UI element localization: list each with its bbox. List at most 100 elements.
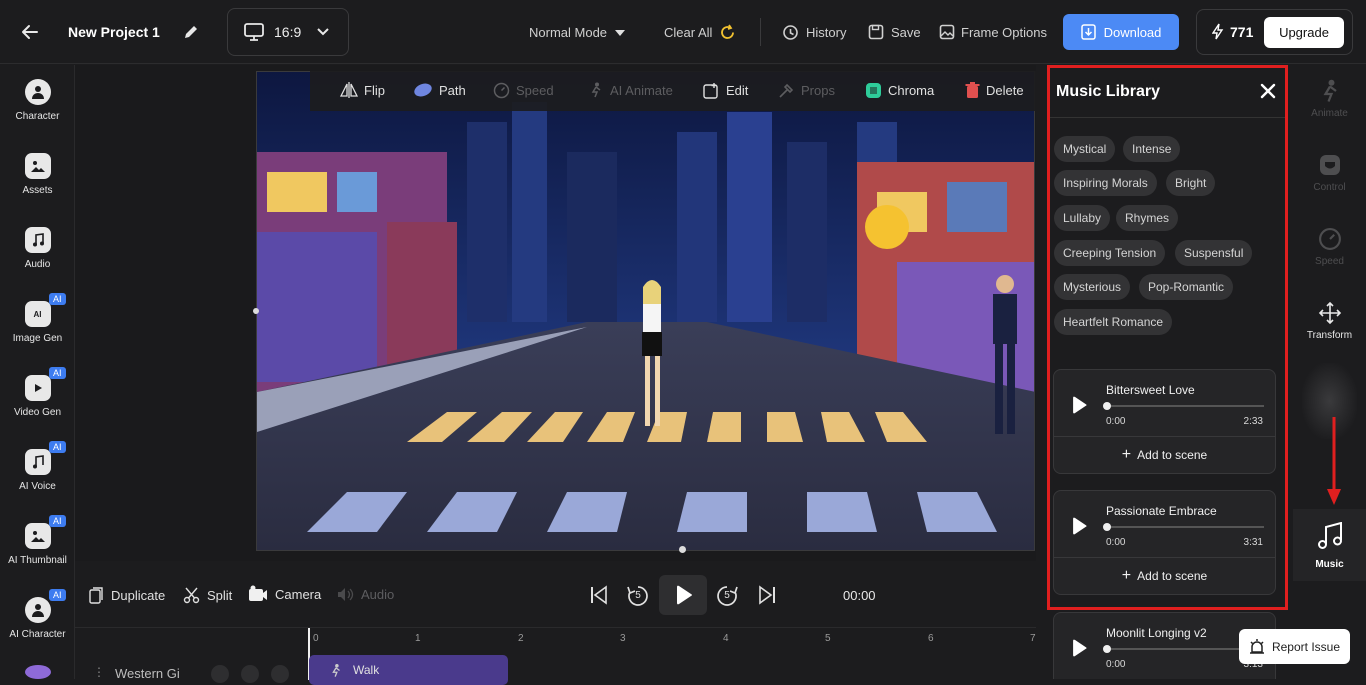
sidebar-item-ai-character[interactable]: AI AI Character [0, 589, 75, 640]
tag-lullaby[interactable]: Lullaby [1054, 205, 1111, 231]
progress-knob[interactable] [1103, 645, 1111, 653]
track-progress[interactable] [1103, 402, 1264, 410]
down-arrow-icon [1327, 417, 1341, 507]
chevron-down-icon [317, 28, 329, 36]
play-icon [677, 585, 692, 605]
tag-mysterious[interactable]: Mysterious [1054, 274, 1131, 300]
split-label: Split [207, 588, 233, 603]
split-button[interactable]: Split [183, 587, 232, 604]
forward-5-button[interactable]: 5 [715, 584, 739, 608]
skip-to-end-icon[interactable] [757, 585, 777, 605]
props-tool[interactable]: Props [778, 82, 835, 99]
sidebar-item-character[interactable]: Character [0, 79, 75, 122]
play-button[interactable] [659, 575, 707, 615]
delete-tool[interactable]: Delete [965, 82, 1024, 99]
right-item-speed[interactable]: Speed [1293, 227, 1366, 267]
save-button[interactable]: Save [868, 24, 921, 40]
play-icon[interactable] [1070, 396, 1087, 414]
sidebar-item-more[interactable] [0, 665, 75, 685]
running-figure-icon [588, 82, 604, 98]
tag-inspiring-morals[interactable]: Inspiring Morals [1054, 170, 1157, 196]
lock-icon[interactable] [241, 665, 259, 683]
right-item-label: Music [1315, 559, 1344, 570]
back-arrow-icon[interactable] [20, 22, 40, 42]
drag-handle-icon[interactable]: ⋮ [93, 665, 105, 679]
sidebar-label: AI Character [9, 629, 66, 640]
tag-mystical[interactable]: Mystical [1054, 136, 1116, 162]
pencil-icon[interactable] [182, 23, 200, 41]
flip-tool[interactable]: Flip [340, 82, 385, 98]
ai-animate-tool[interactable]: AI Animate [588, 82, 673, 98]
edit-label: Edit [726, 83, 749, 98]
right-item-music[interactable]: Music [1293, 509, 1366, 581]
sidebar-item-ai-thumbnail[interactable]: AI AI Thumbnail [0, 515, 75, 566]
track-duration: 3:31 [1243, 537, 1263, 548]
eye-icon[interactable] [211, 665, 229, 683]
audio-button[interactable]: Audio [337, 587, 394, 602]
sidebar-item-image-gen[interactable]: AI AI Image Gen [0, 293, 75, 344]
skip-to-start-icon[interactable] [589, 585, 609, 605]
sidebar-item-audio[interactable]: Audio [0, 227, 75, 270]
duplicate-button[interactable]: Duplicate [89, 587, 165, 604]
right-sidebar: Animate Control Speed Transform Music [1293, 65, 1366, 679]
mode-select[interactable]: Normal Mode [529, 25, 626, 40]
frame-options-button[interactable]: Frame Options [939, 24, 1047, 40]
project-title[interactable]: New Project 1 [68, 24, 160, 40]
tag-creeping-tension[interactable]: Creeping Tension [1054, 240, 1166, 266]
sidebar-item-assets[interactable]: Assets [0, 153, 75, 196]
add-to-scene-button[interactable]: + Add to scene [1054, 557, 1275, 593]
close-icon[interactable] [271, 665, 289, 683]
right-item-control[interactable]: Control [1293, 153, 1366, 193]
progress-knob[interactable] [1103, 402, 1111, 410]
aspect-ratio-select[interactable]: 16:9 [227, 8, 349, 56]
upgrade-button[interactable]: Upgrade [1264, 17, 1344, 48]
history-button[interactable]: History [782, 24, 846, 41]
left-sidebar: Character Assets Audio AI AI Image Gen AI… [0, 65, 75, 679]
tag-intense[interactable]: Intense [1123, 136, 1181, 162]
ai-badge: AI [48, 367, 66, 379]
tick-label: 2 [518, 633, 524, 644]
right-item-transform[interactable]: Transform [1293, 301, 1366, 341]
ai-badge: AI [48, 293, 66, 305]
download-button[interactable]: Download [1063, 14, 1179, 50]
running-figure-icon [329, 663, 343, 678]
refresh-icon [719, 24, 736, 41]
tag-suspensful[interactable]: Suspensful [1175, 240, 1253, 266]
camera-button[interactable]: Camera [248, 585, 321, 603]
add-to-scene-button[interactable]: + Add to scene [1054, 436, 1275, 472]
report-issue-button[interactable]: Report Issue [1239, 629, 1350, 664]
path-tool[interactable]: Path [413, 82, 466, 98]
chroma-tool[interactable]: Chroma [865, 82, 934, 99]
tag-rhymes[interactable]: Rhymes [1116, 205, 1179, 231]
plus-icon: + [1121, 566, 1132, 584]
clear-all-button[interactable]: Clear All [664, 24, 736, 41]
right-item-animate[interactable]: Animate [1293, 79, 1366, 119]
hammer-icon [778, 82, 795, 99]
sidebar-label: Character [15, 111, 60, 122]
track-current-time: 0:00 [1106, 416, 1126, 427]
speedometer-icon [493, 82, 510, 99]
track-title: Passionate Embrace [1106, 504, 1217, 518]
play-icon[interactable] [1070, 639, 1087, 657]
track-progress[interactable] [1103, 523, 1264, 531]
resize-handle[interactable] [253, 308, 259, 314]
edit-tool[interactable]: Edit [703, 82, 748, 99]
credits-display: 771 [1212, 23, 1253, 40]
resize-handle[interactable] [679, 546, 686, 553]
scene-canvas[interactable] [256, 71, 1035, 551]
alarm-icon [1249, 638, 1265, 655]
play-icon[interactable] [1070, 517, 1087, 535]
progress-knob[interactable] [1103, 523, 1111, 531]
right-item-label: Speed [1315, 256, 1344, 267]
speed-tool[interactable]: Speed [493, 82, 554, 99]
tag-bright[interactable]: Bright [1166, 170, 1216, 196]
top-bar: New Project 1 16:9 Normal Mode Clear All… [0, 0, 1366, 64]
sidebar-item-video-gen[interactable]: AI Video Gen [0, 367, 75, 418]
rewind-5-button[interactable]: 5 [626, 584, 650, 608]
sidebar-item-ai-voice[interactable]: AI AI Voice [0, 441, 75, 492]
close-icon[interactable] [1260, 83, 1276, 99]
tag-heartfelt-romance[interactable]: Heartfelt Romance [1054, 309, 1173, 335]
path-icon [413, 82, 433, 98]
walk-clip[interactable]: Walk [309, 655, 508, 685]
tag-pop-romantic[interactable]: Pop-Romantic [1139, 274, 1234, 300]
